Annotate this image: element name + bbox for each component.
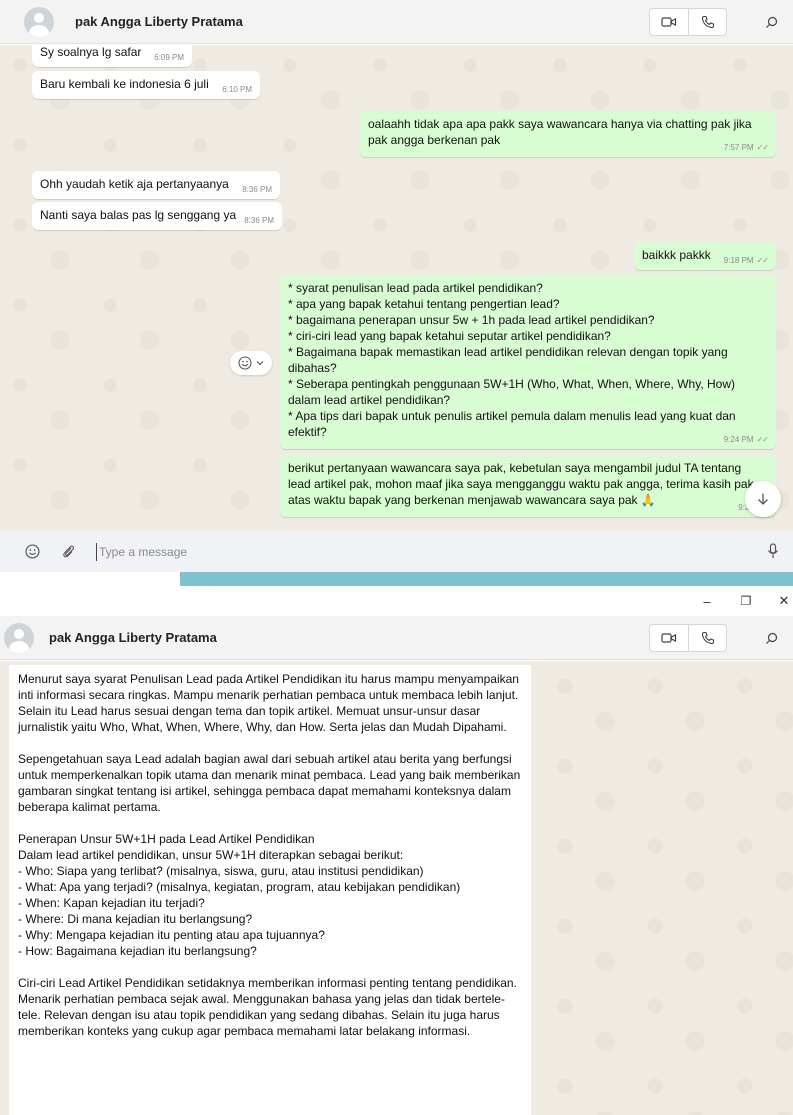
video-call-button[interactable] <box>650 9 688 35</box>
search-button[interactable] <box>759 626 783 650</box>
avatar[interactable] <box>4 622 34 653</box>
message-time: 8:36 PM <box>242 185 272 194</box>
scroll-to-bottom-button[interactable] <box>745 481 781 517</box>
read-receipt-icon: ✓✓ <box>756 256 769 265</box>
message-incoming[interactable]: Nanti saya balas pas lg senggang ya 8:36… <box>32 202 282 230</box>
emoji-icon <box>238 356 252 370</box>
message-time: 8:36 PM <box>244 216 274 225</box>
message-input[interactable] <box>96 543 696 561</box>
search-icon <box>765 16 777 28</box>
phone-icon <box>701 15 714 29</box>
message-incoming[interactable]: Menurut saya syarat Penulisan Lead pada … <box>9 665 531 1115</box>
message-text: Baru kembali ke indonesia 6 juli <box>40 77 209 91</box>
reply-paragraph: Sepengetahuan saya Lead adalah bagian aw… <box>18 752 521 814</box>
message-text: oalaahh tidak apa apa pakk saya wawancar… <box>368 117 752 147</box>
call-actions <box>649 624 727 652</box>
minimize-icon: – <box>703 593 711 609</box>
message-composer <box>0 531 793 572</box>
reply-paragraph: Menurut saya syarat Penulisan Lead pada … <box>18 672 519 734</box>
message-outgoing[interactable]: baikkk pakkk 9:18 PM ✓✓ <box>634 242 776 270</box>
close-icon: ✕ <box>778 593 790 608</box>
message-text: Ohh yaudah ketik aja pertanyaanya <box>40 177 229 191</box>
read-receipt-icon: ✓✓ <box>756 435 769 444</box>
chat-window-top: pak Angga Liberty Pratama Sy soalnya lg … <box>0 0 793 572</box>
message-outgoing[interactable]: * syarat penulisan lead pada artikel pen… <box>280 275 776 449</box>
minimize-button[interactable]: – <box>695 590 719 612</box>
message-incoming[interactable]: Baru kembali ke indonesia 6 juli 6:10 PM <box>32 71 260 99</box>
message-time: 9:18 PM <box>723 256 754 265</box>
video-call-icon <box>661 17 677 27</box>
search-icon <box>765 632 777 644</box>
message-list[interactable]: Menurut saya syarat Penulisan Lead pada … <box>0 661 793 1115</box>
message-text: * syarat penulisan lead pada artikel pen… <box>288 281 736 439</box>
voice-message-button[interactable] <box>763 541 783 561</box>
paperclip-icon <box>63 545 75 557</box>
video-call-icon <box>661 633 677 643</box>
attach-button[interactable] <box>58 541 78 561</box>
reply-paragraph: Ciri-ciri Lead Artikel Pendidikan setida… <box>18 976 517 1038</box>
voice-call-button[interactable] <box>688 9 726 35</box>
message-incoming[interactable]: Sy soalnya lg safar 6:09 PM <box>32 45 192 67</box>
chat-header: pak Angga Liberty Pratama <box>0 616 793 660</box>
reply-paragraph: Penerapan Unsur 5W+1H pada Lead Artikel … <box>18 832 461 958</box>
message-time: 9:24 PM <box>723 435 754 444</box>
phone-icon <box>701 631 714 645</box>
restore-button[interactable]: ❐ <box>734 590 758 612</box>
message-list[interactable]: Sy soalnya lg safar 6:09 PM Baru kembali… <box>0 45 793 531</box>
message-outgoing[interactable]: berikut pertanyaan wawancara saya pak, k… <box>280 455 776 517</box>
message-text: Nanti saya balas pas lg senggang ya <box>40 208 237 222</box>
message-incoming[interactable]: Ohh yaudah ketik aja pertanyaanya 8:36 P… <box>32 171 280 199</box>
desktop-background <box>0 572 180 586</box>
contact-name[interactable]: pak Angga Liberty Pratama <box>49 630 217 645</box>
chevron-down-icon <box>256 361 264 366</box>
chat-window-bottom: – ❐ ✕ pak Angga Liberty Pratama Menurut … <box>0 586 793 1115</box>
read-receipt-icon: ✓✓ <box>756 143 769 152</box>
message-time: 7:57 PM <box>723 143 754 152</box>
window-titlebar: – ❐ ✕ <box>0 586 793 616</box>
message-outgoing[interactable]: oalaahh tidak apa apa pakk saya wawancar… <box>360 111 776 157</box>
reaction-button[interactable] <box>230 351 272 375</box>
microphone-icon <box>768 543 778 558</box>
message-time: 6:10 PM <box>222 85 252 94</box>
arrow-down-icon <box>758 493 768 505</box>
contact-name[interactable]: pak Angga Liberty Pratama <box>75 14 243 29</box>
chat-header: pak Angga Liberty Pratama <box>0 0 793 44</box>
emoji-icon <box>24 543 40 559</box>
close-button[interactable]: ✕ <box>772 590 793 612</box>
call-actions <box>649 8 727 36</box>
voice-call-button[interactable] <box>688 625 726 651</box>
message-time: 6:09 PM <box>154 53 184 62</box>
message-text: berikut pertanyaan wawancara saya pak, k… <box>288 461 754 507</box>
emoji-button[interactable] <box>22 541 42 561</box>
search-button[interactable] <box>759 10 783 34</box>
restore-icon: ❐ <box>740 594 752 608</box>
avatar[interactable] <box>24 6 54 37</box>
video-call-button[interactable] <box>650 625 688 651</box>
